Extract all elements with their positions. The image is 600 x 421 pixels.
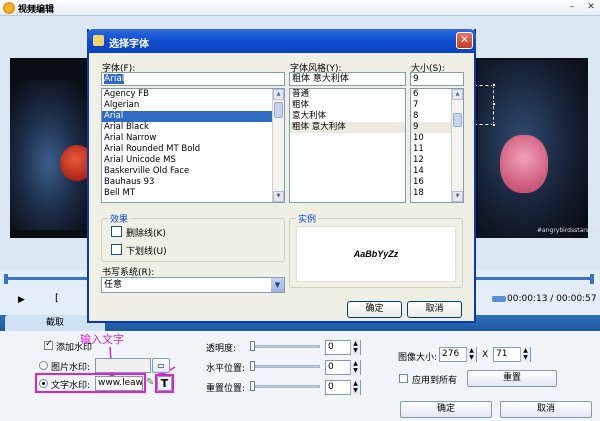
dialog-ok-button[interactable]: 确定 (347, 301, 402, 318)
scroll-down-icon[interactable]: ▼ (273, 191, 284, 202)
image-watermark-label: 图片水印: (51, 363, 91, 373)
play-icon[interactable]: ▶ (18, 295, 25, 305)
transparency-slider[interactable] (250, 345, 320, 348)
size-x-label: X (482, 350, 489, 360)
text-watermark-radio[interactable] (39, 379, 48, 388)
add-watermark-label: 添加水印 (56, 343, 93, 353)
folder-icon: ▭ (157, 361, 165, 370)
style-list-item[interactable]: 意大利体 (290, 111, 405, 122)
size-list[interactable]: 6 7 8 9 10 11 12 14 16 18 ▲ ▼ (410, 88, 464, 203)
font-input[interactable]: Arial (101, 72, 285, 86)
resize-handle[interactable] (492, 102, 496, 106)
size-input[interactable]: 9 (410, 72, 464, 86)
underline-label: 下划线(U) (126, 247, 167, 257)
font-input-value: Arial (104, 74, 125, 84)
transparency-spinner[interactable]: ▲ ▼ (350, 340, 360, 355)
font-list-item[interactable]: Arial Narrow (102, 133, 284, 144)
image-height-spinner[interactable]: ▲ ▼ (520, 347, 530, 362)
font-list[interactable]: Agency FB Algerian Arial Arial Black Arial N… (101, 88, 285, 203)
resize-handle[interactable] (492, 83, 496, 87)
add-watermark-checkbox[interactable] (44, 339, 53, 350)
trim-end-handle[interactable] (590, 274, 594, 284)
text-watermark-input[interactable]: www.leaw (95, 376, 143, 391)
scroll-up-icon[interactable]: ▲ (273, 89, 284, 100)
time-display: 00:00:13 / 00:00:57 (507, 294, 597, 304)
style-list-item[interactable]: 粗体 (290, 100, 405, 111)
resize-handle[interactable] (492, 123, 496, 127)
title-bar: 视频编辑 – ✕ (0, 0, 600, 16)
apply-all-checkbox[interactable] (399, 374, 408, 383)
strikeout-label: 删除线(K) (126, 229, 166, 239)
image-size-label: 图像大小: (398, 353, 438, 363)
font-list-item[interactable]: Arial (102, 111, 284, 122)
font-list-scrollbar[interactable]: ▲ ▼ (272, 89, 284, 202)
watermark-selection-box[interactable] (472, 83, 496, 127)
font-button[interactable]: T (157, 376, 172, 391)
scroll-down-icon[interactable]: ▼ (452, 191, 463, 202)
font-list-item[interactable]: Arial Unicode MS (102, 155, 284, 166)
style-list-item[interactable]: 粗体 意大利体 (290, 122, 405, 133)
font-list-item[interactable]: Arial Black (102, 122, 284, 133)
pink-bird-image (500, 135, 548, 193)
video-watermark-text: #angrybirdsstarwars (537, 227, 600, 234)
font-list-item[interactable]: Agency FB (102, 89, 284, 100)
h-position-thumb[interactable] (250, 361, 255, 371)
transparency-label: 透明度: (206, 344, 237, 354)
ok-button[interactable]: 确定 (400, 401, 492, 418)
image-watermark-radio[interactable] (39, 361, 48, 370)
image-watermark-path[interactable] (95, 358, 151, 373)
style-list-item[interactable]: 普通 (290, 89, 405, 100)
font-list-item[interactable]: Baskerville Old Face (102, 166, 284, 177)
style-list[interactable]: 普通 粗体 意大利体 粗体 意大利体 (289, 88, 406, 203)
effects-label: 效果 (108, 212, 131, 225)
sample-label: 实例 (296, 212, 319, 225)
h-position-spinner[interactable]: ▲ ▼ (350, 360, 360, 375)
sample-box: AaBbYyZz (296, 226, 456, 282)
font-dialog-title: 选择字体 (109, 39, 149, 50)
scroll-up-icon[interactable]: ▲ (452, 89, 463, 100)
dialog-icon (93, 35, 104, 46)
chevron-down-icon[interactable]: ▼ (271, 278, 284, 292)
apply-all-label: 应用到所有 (412, 376, 458, 386)
dialog-cancel-button[interactable]: 取消 (407, 301, 462, 318)
repeat-position-label: 重置位置: (206, 384, 246, 394)
font-list-item[interactable]: Algerian (102, 100, 284, 111)
strikeout-checkbox[interactable] (111, 226, 122, 237)
cancel-button[interactable]: 取消 (500, 401, 592, 418)
size-list-scrollbar[interactable]: ▲ ▼ (451, 89, 463, 202)
pencil-icon[interactable]: ✎ (146, 377, 154, 388)
reset-button[interactable]: 重置 (467, 370, 557, 387)
close-button[interactable]: ✕ (584, 2, 598, 14)
trim-start-handle[interactable] (4, 274, 8, 284)
text-watermark-label: 文字水印: (51, 381, 91, 391)
script-select[interactable]: 任意 ▼ (101, 277, 285, 293)
app-icon (3, 2, 15, 14)
font-list-item[interactable]: Bell MT (102, 188, 284, 199)
repeat-position-thumb[interactable] (250, 381, 255, 391)
dialog-close-button[interactable]: ✕ (456, 32, 473, 49)
seek-thumb[interactable] (492, 296, 506, 302)
h-position-label: 水平位置: (206, 364, 246, 374)
repeat-position-spinner[interactable]: ▲ ▼ (350, 380, 360, 395)
underline-checkbox[interactable] (111, 244, 122, 255)
window-title: 视频编辑 (18, 5, 55, 15)
font-list-item[interactable]: Bauhaus 93 (102, 177, 284, 188)
font-dialog-title-bar: 选择字体 ✕ (87, 29, 476, 53)
image-width-spinner[interactable]: ▲ ▼ (466, 347, 476, 362)
folder-button[interactable]: ▭ (152, 358, 170, 373)
scroll-thumb[interactable] (453, 113, 462, 127)
style-input[interactable]: 粗体 意大利体 (289, 72, 406, 86)
minimize-button[interactable]: – (565, 2, 579, 14)
mark-in-icon[interactable]: [ (55, 293, 59, 304)
transparency-thumb[interactable] (250, 341, 255, 351)
scroll-thumb[interactable] (274, 102, 283, 118)
script-value: 任意 (104, 280, 123, 290)
font-list-item[interactable]: Arial Rounded MT Bold (102, 144, 284, 155)
sample-text: AaBbYyZz (353, 249, 399, 259)
h-position-slider[interactable] (250, 365, 320, 368)
repeat-position-slider[interactable] (250, 385, 320, 388)
